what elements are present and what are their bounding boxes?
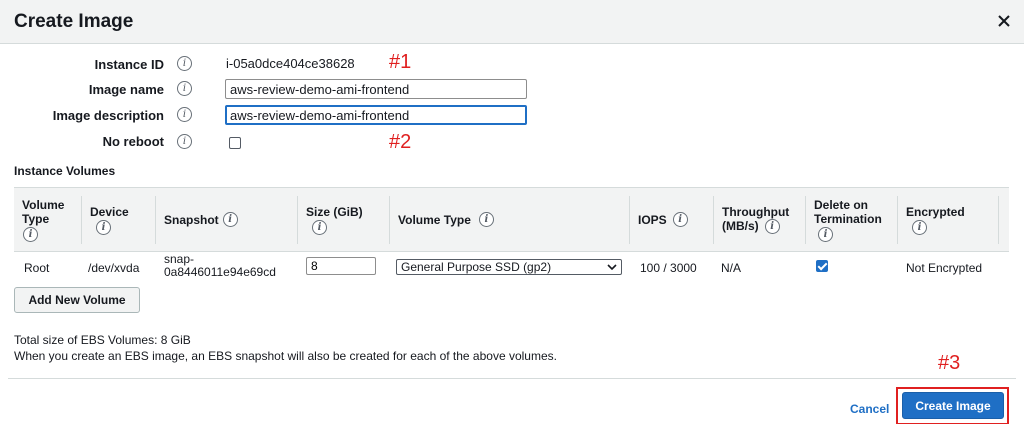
volumes-table-header: Volume Type i Device i Snapshot i Size (… bbox=[14, 187, 1009, 252]
col-throughput-line2: (MB/s) bbox=[722, 218, 759, 233]
col-separator bbox=[998, 196, 999, 244]
cell-device: /dev/xvda bbox=[88, 261, 140, 275]
image-name-input[interactable] bbox=[225, 79, 527, 99]
col-delete-line1: Delete on bbox=[814, 197, 869, 212]
no-reboot-label: No reboot bbox=[102, 134, 164, 149]
col-delete: Delete on Termination i bbox=[806, 188, 898, 251]
cell-snapshot-line2: 0a8446011e94e69cd bbox=[164, 265, 276, 279]
no-reboot-info-icon[interactable]: i bbox=[177, 134, 192, 149]
col-iops: IOPS i bbox=[630, 188, 714, 251]
col-device: Device i bbox=[82, 188, 156, 251]
col-snapshot-label: Snapshot bbox=[164, 212, 219, 227]
dialog-title: Create Image bbox=[14, 11, 134, 32]
col-vol-type-label: Volume Type bbox=[398, 212, 471, 227]
create-image-button[interactable]: Create Image bbox=[902, 392, 1004, 419]
add-new-volume-button[interactable]: Add New Volume bbox=[14, 287, 140, 313]
col-encrypted-label: Encrypted bbox=[906, 204, 965, 219]
instance-id-value: i-05a0dce404ce38628 bbox=[226, 56, 355, 71]
cell-iops: 100 / 3000 bbox=[640, 261, 697, 275]
instance-volumes-title: Instance Volumes bbox=[14, 164, 116, 178]
col-delete-line2: Termination bbox=[814, 211, 882, 226]
instance-id-label: Instance ID bbox=[94, 57, 164, 72]
cell-snapshot: snap- 0a8446011e94e69cd bbox=[164, 253, 276, 279]
annotation-3: #3 bbox=[938, 352, 961, 374]
device-info-icon[interactable]: i bbox=[96, 219, 111, 235]
delete-on-termination-checkbox[interactable] bbox=[816, 260, 828, 272]
volume-type-info-icon[interactable]: i bbox=[23, 226, 38, 242]
total-size-text: Total size of EBS Volumes: 8 GiB bbox=[14, 333, 191, 347]
image-description-info-icon[interactable]: i bbox=[177, 107, 192, 122]
col-volume-type-line1: Volume bbox=[22, 197, 65, 212]
cell-volume-type: Root bbox=[24, 261, 50, 275]
snapshot-note-text: When you create an EBS image, an EBS sna… bbox=[14, 349, 557, 363]
size-info-icon[interactable]: i bbox=[312, 219, 327, 235]
col-vol-type: Volume Type i bbox=[390, 188, 630, 251]
col-size-label: Size (GiB) bbox=[306, 204, 363, 219]
image-description-label: Image description bbox=[52, 108, 164, 123]
chevron-down-icon bbox=[607, 264, 617, 271]
volume-type-select[interactable]: General Purpose SSD (gp2) bbox=[396, 259, 622, 275]
snapshot-info-icon[interactable]: i bbox=[222, 212, 238, 227]
col-throughput: Throughput (MB/s) i bbox=[714, 188, 806, 251]
delete-info-icon[interactable]: i bbox=[818, 226, 833, 242]
dialog-header: Create Image bbox=[0, 0, 1024, 44]
col-size: Size (GiB) i bbox=[298, 188, 390, 251]
image-name-label: Image name bbox=[88, 82, 164, 97]
image-description-input[interactable] bbox=[225, 105, 527, 125]
col-iops-label: IOPS bbox=[638, 212, 667, 227]
annotation-1: #1 bbox=[389, 51, 412, 73]
iops-info-icon[interactable]: i bbox=[672, 212, 688, 227]
close-icon[interactable] bbox=[994, 11, 1014, 31]
no-reboot-checkbox[interactable] bbox=[229, 137, 241, 149]
volume-type-selected: General Purpose SSD (gp2) bbox=[401, 260, 552, 274]
cell-encrypted: Not Encrypted bbox=[906, 261, 983, 275]
throughput-info-icon[interactable]: i bbox=[764, 219, 780, 235]
size-input[interactable] bbox=[306, 257, 376, 275]
col-device-label: Device bbox=[90, 204, 129, 219]
col-volume-type: Volume Type i bbox=[14, 188, 80, 251]
col-snapshot: Snapshot i bbox=[156, 188, 298, 251]
col-volume-type-line2: Type bbox=[22, 211, 50, 226]
col-encrypted: Encrypted i bbox=[898, 188, 1009, 251]
annotation-2: #2 bbox=[389, 131, 412, 153]
image-name-info-icon[interactable]: i bbox=[177, 81, 192, 96]
instance-id-info-icon[interactable]: i bbox=[177, 56, 192, 71]
col-throughput-line1: Throughput bbox=[722, 204, 790, 219]
encrypted-info-icon[interactable]: i bbox=[912, 219, 927, 235]
cancel-button[interactable]: Cancel bbox=[850, 402, 889, 416]
cell-throughput: N/A bbox=[721, 261, 742, 275]
vol-type-info-icon[interactable]: i bbox=[478, 212, 494, 227]
footer-divider bbox=[8, 378, 1016, 379]
